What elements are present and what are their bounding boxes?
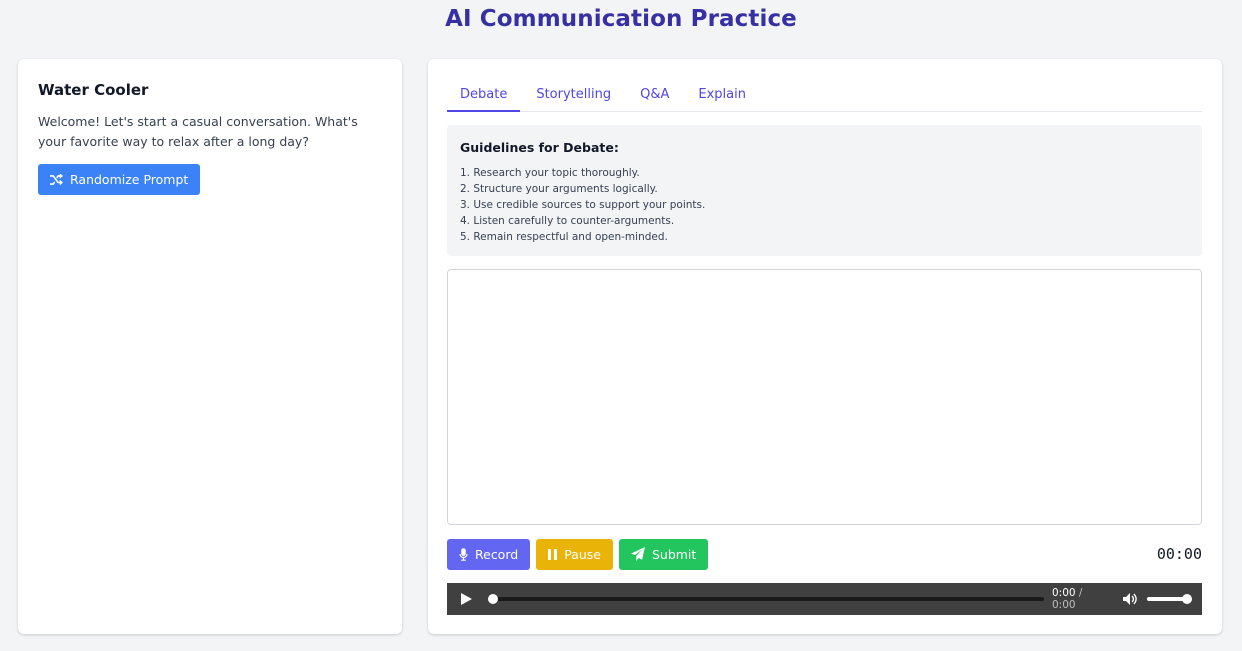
guideline-item: 3. Use credible sources to support your … [460,199,706,211]
tab-debate[interactable]: Debate [447,83,521,112]
volume-icon [1122,593,1137,605]
mute-button[interactable] [1122,591,1139,607]
submit-button[interactable]: Submit [618,538,709,570]
seek-thumb[interactable] [487,594,498,604]
volume-slider[interactable] [1146,594,1192,604]
mode-tabs: Debate Storytelling Q&A Explain [447,83,1202,112]
guidelines-box: Guidelines for Debate: 1. Research your … [447,125,1202,256]
recording-controls: Record Pause Submit 00:00 [447,538,1202,570]
guideline-item: 1. Research your topic thoroughly. [460,167,640,179]
record-label: Record [475,546,519,562]
guidelines-list: 1. Research your topic thoroughly. 2. St… [460,165,1189,245]
guidelines-title: Guidelines for Debate: [460,140,619,155]
prompt-text: Welcome! Let's start a casual conversati… [38,114,358,149]
record-button[interactable]: Record [447,538,531,570]
submit-label: Submit [651,546,697,562]
audio-total-time: 0:00 [1051,599,1076,611]
tab-storytelling[interactable]: Storytelling [523,83,624,112]
audio-time-separator: / [1078,587,1083,599]
play-icon [461,593,472,605]
page-title: AI Communication Practice [445,6,797,32]
shuffle-icon [50,173,63,186]
tab-explain[interactable]: Explain [685,83,759,112]
paper-plane-icon [630,547,645,561]
audio-current-time: 0:00 [1051,587,1076,599]
microphone-icon [459,547,468,561]
pause-label: Pause [564,546,601,562]
volume-thumb[interactable] [1181,594,1192,604]
recording-timer: 00:00 [1156,545,1202,563]
guideline-item: 4. Listen carefully to counter-arguments… [460,215,675,227]
guideline-item: 5. Remain respectful and open-minded. [460,231,668,243]
prompt-title: Water Cooler [38,81,149,99]
prompt-card: Water Cooler Welcome! Let's start a casu… [18,59,402,634]
play-button[interactable] [461,591,477,607]
audio-time: 0:00 / 0:00 [1052,587,1109,611]
practice-card: Debate Storytelling Q&A Explain Guidelin… [428,59,1222,634]
pause-button[interactable]: Pause [536,538,613,570]
tab-qa[interactable]: Q&A [627,83,682,112]
randomize-prompt-label: Randomize Prompt [70,172,189,187]
audio-seek-bar[interactable] [487,594,1044,604]
guideline-item: 2. Structure your arguments logically. [460,183,658,195]
audio-player: 0:00 / 0:00 [447,583,1202,615]
pause-icon [548,548,558,560]
randomize-prompt-button[interactable]: Randomize Prompt [38,164,201,195]
response-textarea[interactable] [447,269,1202,525]
